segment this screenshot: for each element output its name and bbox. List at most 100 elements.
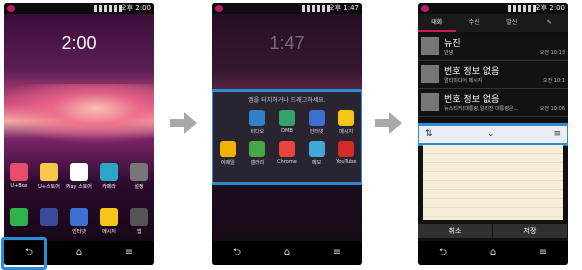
app-icon[interactable] [36,208,62,235]
chevron-down-icon[interactable]: ⌄ [487,126,495,143]
app-label: 앱 [136,229,142,235]
back-icon[interactable]: ⮌ [229,248,245,258]
status-icons [302,5,330,12]
app-icon[interactable]: 갤러리 [246,141,268,166]
app-label: YouTube [336,159,357,165]
message-preview: 안녕 [444,50,454,56]
status-time: 오후 1:47 [328,4,359,12]
back-button-highlight [1,237,47,270]
app-icon-graphic [10,163,28,181]
app-label: 이메일 [220,160,235,166]
message-item[interactable]: 번호 정보 없음 뉴스티커(대통령,일리전 대통령은... 오전 10:06 [418,90,568,117]
app-icon[interactable]: U+Box [6,163,32,190]
app-label: DMB [281,128,293,134]
app-icon[interactable]: Chrome [276,141,298,166]
message-sender: 번호 정보 없음 [444,67,500,77]
message-time: 오전 10:06 [539,106,565,112]
app-icon[interactable] [217,110,239,135]
back-icon[interactable]: ⮌ [435,248,451,258]
message-time: 오전 10:13 [539,50,565,56]
status-bar: 오후 2:00 [4,3,154,14]
app-icon[interactable]: 인터넷 [66,208,92,235]
app-icon-graphic [219,141,236,157]
split-divider-bar[interactable]: ⇅ ⌄ ≡ [418,123,568,146]
message-tabs: 대화 수신 발신 ✎ [418,14,568,32]
app-icon-graphic [249,110,266,126]
memo-area[interactable] [423,145,563,220]
tab-received[interactable]: 수신 [456,14,494,32]
avatar [421,65,439,83]
status-icons [508,5,536,12]
app-icon[interactable]: 메모 [306,141,328,166]
home-icon[interactable]: ⌂ [71,248,87,258]
app-icon[interactable] [6,208,32,235]
app-label: 비디오 [250,129,265,135]
app-icon-graphic [219,110,236,126]
app-icon[interactable]: 앱 [126,208,152,235]
app-label: U+Box [10,183,28,189]
app-icon[interactable]: YouTube [335,141,357,166]
panel-row-2: 이메일 갤러리 Chrome 메모 YouTube [213,141,361,166]
app-icon[interactable]: 비디오 [246,110,268,135]
home-app-row: U+Box U+스토어 Play 스토어 카메라 설정 [4,163,154,190]
app-icon-graphic [70,208,88,226]
app-icon[interactable]: 설정 [126,163,152,190]
button-row: 취소 저장 [418,224,568,238]
app-label: 설정 [134,184,144,190]
nav-bar: ⮌ ⌂ ≡ [212,241,362,265]
lg-logo-icon [215,5,223,12]
app-icon-graphic [249,141,266,157]
status-icons [94,5,122,12]
app-icon-graphic [70,163,88,181]
app-label: 카메라 [102,184,116,190]
dock-row: 인터넷 메시지 앱 [4,208,154,235]
app-icon[interactable]: Play 스토어 [66,163,92,190]
status-time: 오후 2:00 [120,4,151,12]
nav-bar: ⮌ ⌂ ≡ [418,241,568,265]
app-icon[interactable]: DMB [276,110,298,135]
message-preview: 뉴스티커(대통령,일리전 대통령은... [444,106,519,112]
app-label: Chrome [277,159,297,165]
app-icon-graphic [308,141,325,157]
phone-qslide-panel: 오후 1:47 1:47 앱을 터치하거나 드래그하세요. 비디오 DMB 인터넷 메… [212,3,362,265]
menu-icon[interactable]: ≡ [535,248,551,258]
status-time: 오후 2:00 [534,4,565,12]
swap-icon[interactable]: ⇅ [425,126,433,143]
message-sender: 뉴진 [444,39,461,49]
app-icon-graphic [130,163,148,181]
home-icon[interactable]: ⌂ [485,248,501,258]
save-button[interactable]: 저장 [493,224,568,238]
app-label: 메시지 [339,129,354,135]
app-icon-graphic [278,141,295,157]
app-icon-graphic [40,163,58,181]
lg-logo-icon [421,5,429,12]
app-icon[interactable]: U+스토어 [36,163,62,190]
message-item[interactable]: 번호 정보 없음 멀티미디어 메시지 오전 10:1 [418,62,568,89]
app-label: U+스토어 [38,184,60,190]
app-label: 메시지 [102,229,116,235]
app-icon[interactable]: 이메일 [217,141,239,166]
cancel-button[interactable]: 취소 [418,224,493,238]
tab-sent[interactable]: 발신 [493,14,531,32]
menu-icon[interactable]: ≡ [121,248,137,258]
app-icon[interactable]: 메시지 [335,110,357,135]
avatar [421,93,439,111]
panel-row-1: 비디오 DMB 인터넷 메시지 [213,110,361,135]
menu-icon[interactable]: ≡ [553,126,561,143]
app-icon-graphic [278,110,295,126]
tab-conversation[interactable]: 대화 [418,14,456,32]
message-sender: 번호 정보 없음 [444,95,500,105]
dual-window-panel: 앱을 터치하거나 드래그하세요. 비디오 DMB 인터넷 메시지 이메일 갤러리 Chro… [212,89,362,185]
app-icon-graphic [40,208,58,226]
home-icon[interactable]: ⌂ [279,248,295,258]
app-icon-graphic [100,163,118,181]
app-icon[interactable]: 카메라 [96,163,122,190]
menu-icon[interactable]: ≡ [329,248,345,258]
compose-icon[interactable]: ✎ [531,14,569,32]
message-time: 오전 10:1 [542,78,565,84]
message-item[interactable]: 뉴진 안녕 오전 10:13 [418,34,568,61]
phone-home-screen: 오후 2:00 2:00 U+Box U+스토어 Play 스토어 카메라 설정 인터넷… [4,3,154,265]
app-icon[interactable]: 인터넷 [306,110,328,135]
clock-widget: 2:00 [61,33,97,53]
app-icon[interactable]: 메시지 [96,208,122,235]
